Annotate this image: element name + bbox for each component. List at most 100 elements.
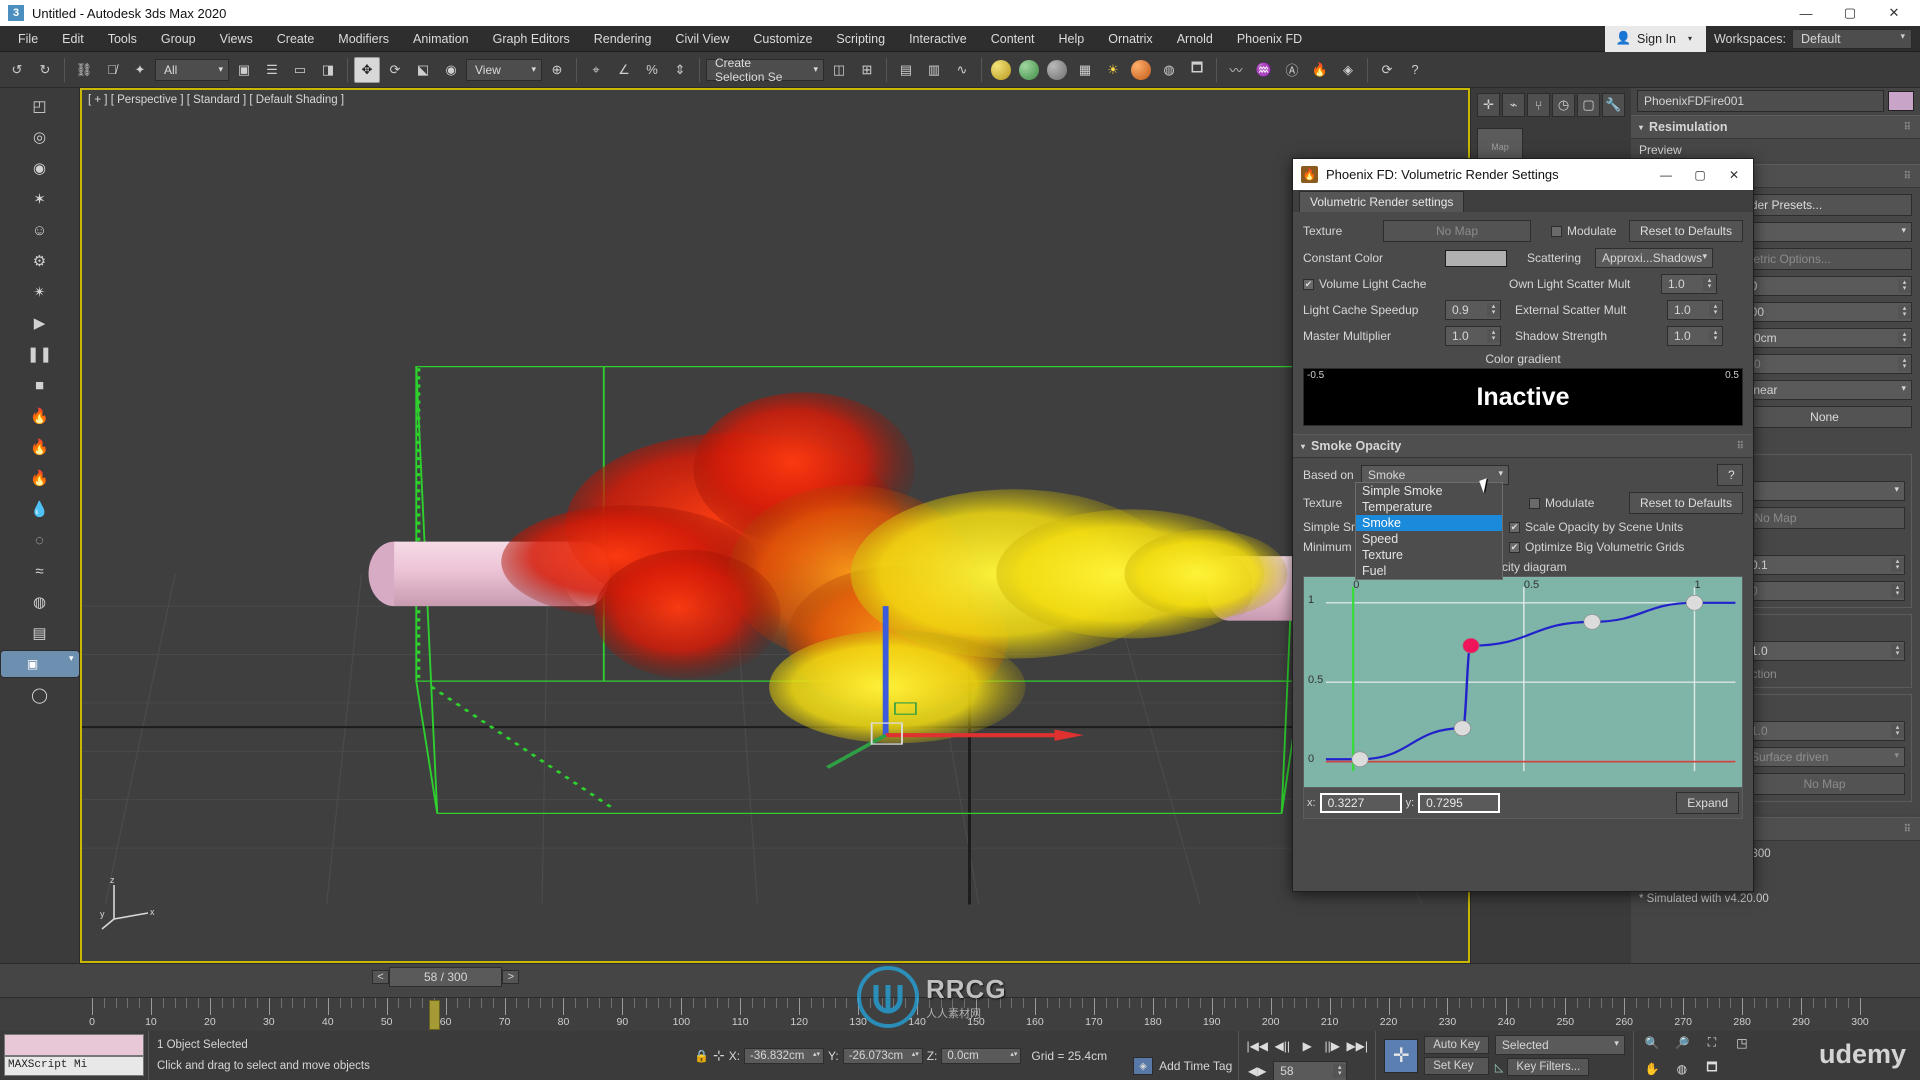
cutter-geom-button[interactable]: None — [1737, 406, 1912, 428]
stop-icon[interactable]: ■ — [26, 371, 54, 399]
dropdown-option-smoke[interactable]: Smoke — [1356, 515, 1502, 531]
master-multiplier-value[interactable]: 1.0 — [1446, 327, 1487, 345]
key-tangent-icon[interactable]: ◺ — [1495, 1061, 1503, 1074]
track-bar[interactable]: 0 10 20 30 40 50 60 70 80 90 100 110 120 130 140 150 160… — [0, 997, 1920, 1031]
bind-space-warp-icon[interactable]: ✦ — [127, 57, 153, 83]
lock-icon[interactable]: 🔒 — [694, 1049, 709, 1063]
maxscript-listener[interactable]: MAXScript Mi — [4, 1056, 144, 1076]
spinner-arrows-icon[interactable]: ▴▾ — [1010, 1049, 1017, 1058]
absolute-mode-icon[interactable]: ⊹ — [713, 1047, 725, 1064]
angle-snap-icon[interactable]: ∠ — [611, 57, 637, 83]
spinner-arrows-icon[interactable]: ▴▾ — [1487, 303, 1500, 317]
foam-icon[interactable]: ◌ — [26, 526, 54, 554]
select-region-icon[interactable]: ▭ — [287, 57, 313, 83]
based-on-dropdown-list[interactable]: Simple Smoke Temperature Smoke Speed Tex… — [1355, 482, 1503, 580]
dialog-maximize-button[interactable]: ▢ — [1683, 160, 1717, 190]
set-key-button[interactable]: Set Key — [1424, 1057, 1489, 1075]
snap-toggle-icon[interactable]: ⌖ — [583, 57, 609, 83]
menu-scripting[interactable]: Scripting — [824, 28, 897, 50]
resimulation-header[interactable]: ▾ Resimulation ⠿ — [1631, 115, 1920, 139]
maxscript-swatch[interactable] — [4, 1034, 144, 1056]
menu-file[interactable]: File — [6, 28, 50, 50]
object-color-swatch[interactable] — [1888, 91, 1914, 111]
menu-modifiers[interactable]: Modifiers — [326, 28, 401, 50]
redo-icon[interactable]: ↻ — [32, 57, 58, 83]
smoke-opacity-header[interactable]: ▾ Smoke Opacity ⠿ — [1293, 434, 1753, 458]
spinner-arrows-icon[interactable]: ▴▾ — [1891, 558, 1904, 572]
smiley-icon[interactable]: ☺ — [26, 216, 54, 244]
volumetric-render-settings-dialog[interactable]: 🔥 Phoenix FD: Volumetric Render Settings… — [1292, 158, 1754, 892]
own-light-scatter-value[interactable]: 1.0 — [1662, 275, 1703, 293]
zoom-extents-icon[interactable]: ⛶ — [1700, 1032, 1724, 1054]
hierarchy-tab-icon[interactable]: ⑂ — [1527, 93, 1550, 117]
spinner-snap-icon[interactable]: ⇕ — [667, 57, 693, 83]
fire-texture-button[interactable]: No Map — [1383, 220, 1531, 242]
orbit-icon[interactable]: ◍ — [1670, 1058, 1694, 1080]
key-filters-button[interactable]: Key Filters... — [1507, 1058, 1590, 1076]
zoom-all-icon[interactable]: 🔎 — [1670, 1032, 1694, 1054]
workspace-select[interactable]: Default — [1792, 28, 1912, 49]
place-icon[interactable]: ◉ — [438, 57, 464, 83]
menu-graph-editors[interactable]: Graph Editors — [481, 28, 582, 50]
select-and-move-icon[interactable]: ✥ — [354, 56, 380, 83]
multiplier-value[interactable]: 1.0 — [1745, 642, 1891, 660]
spinner-arrows-icon[interactable]: ▴▾ — [1487, 329, 1500, 343]
spinner-arrows-icon[interactable]: ▴▾ — [1703, 277, 1716, 291]
dropdown-option-temperature[interactable]: Temperature — [1356, 499, 1502, 515]
menu-create[interactable]: Create — [265, 28, 327, 50]
perspective-viewport[interactable]: [ + ] [ Perspective ] [ Standard ] [ Def… — [80, 88, 1470, 963]
curve-editor-icon[interactable]: ∿ — [949, 57, 975, 83]
y-coordinate-input[interactable]: -26.073cm ▴▾ — [842, 1047, 923, 1064]
spinner-arrows-icon[interactable]: ▴▾ — [1891, 644, 1904, 658]
menu-tools[interactable]: Tools — [96, 28, 149, 50]
create-sphere-icon[interactable]: ◎ — [26, 123, 54, 151]
utilities-tab-icon[interactable]: 🔧 — [1602, 93, 1625, 117]
fire-modulate-checkbox[interactable]: Modulate — [1551, 224, 1616, 238]
dropdown-option-speed[interactable]: Speed — [1356, 531, 1502, 547]
field-of-view-icon[interactable]: ◳ — [1730, 1032, 1754, 1054]
expand-button[interactable]: Expand — [1676, 792, 1739, 814]
percent-snap-icon[interactable]: % — [639, 57, 665, 83]
flame-b-icon[interactable]: 🔥 — [26, 433, 54, 461]
dialog-close-button[interactable]: ✕ — [1717, 160, 1751, 190]
color-gradient-widget[interactable]: -0.5 0.5 Inactive — [1303, 368, 1743, 426]
selected-tool-icon[interactable]: ▣ — [0, 650, 80, 678]
maximize-viewport-icon[interactable]: 🗖 — [1700, 1058, 1724, 1080]
selection-filter-select[interactable]: All — [155, 58, 229, 81]
maximize-button[interactable]: ▢ — [1828, 0, 1872, 26]
menu-group[interactable]: Group — [149, 28, 208, 50]
previous-frame-icon[interactable]: ◀|| — [1270, 1035, 1294, 1057]
ocean-icon[interactable]: ≈ — [26, 557, 54, 585]
menu-civil-view[interactable]: Civil View — [663, 28, 741, 50]
select-object-icon[interactable]: ▣ — [231, 57, 257, 83]
border-fade-value[interactable]: 0.0cm — [1738, 329, 1898, 347]
star-icon[interactable]: ✶ — [26, 185, 54, 213]
reference-coordinate-select[interactable]: View — [466, 58, 542, 81]
tab-volumetric-render-settings[interactable]: Volumetric Render settings — [1299, 191, 1465, 212]
minimize-button[interactable]: — — [1784, 0, 1828, 26]
hair-icon[interactable]: ♒ — [1251, 57, 1277, 83]
pan-icon[interactable]: ✋ — [1640, 1058, 1664, 1080]
render-setup-icon[interactable]: ▦ — [1072, 57, 1098, 83]
external-scatter-value[interactable]: 1.0 — [1668, 301, 1709, 319]
go-to-start-icon[interactable]: |◀◀ — [1245, 1035, 1269, 1057]
key-mode-toggle-icon[interactable]: ◀▶ — [1245, 1060, 1269, 1080]
unlink-icon[interactable]: ⛓̸ — [99, 57, 125, 83]
current-frame-input[interactable]: 58 — [1274, 1062, 1333, 1080]
x-coordinate-input[interactable]: -36.832cm ▴▾ — [744, 1047, 825, 1064]
auto-key-button[interactable]: Auto Key — [1424, 1036, 1489, 1054]
shadow-strength-value[interactable]: 1.0 — [1668, 327, 1709, 345]
fire-reset-to-defaults-button[interactable]: Reset to Defaults — [1628, 220, 1743, 242]
modify-tab-icon[interactable]: ⌁ — [1502, 93, 1525, 117]
displacement-map-button[interactable]: No Map — [1744, 773, 1905, 795]
sphere-tool-icon[interactable]: ◯ — [26, 681, 54, 709]
spiral-icon[interactable]: ◉ — [26, 154, 54, 182]
menu-help[interactable]: Help — [1047, 28, 1097, 50]
menu-animation[interactable]: Animation — [401, 28, 481, 50]
smoke-opacity-help-button[interactable]: ? — [1717, 464, 1743, 486]
liquid-icon[interactable]: 💧 — [26, 495, 54, 523]
step-percent-value[interactable]: 90 — [1738, 277, 1898, 295]
menu-views[interactable]: Views — [208, 28, 265, 50]
named-selection-set-input[interactable]: Create Selection Se — [706, 56, 824, 84]
render-iterative-icon[interactable]: ◍ — [1156, 57, 1182, 83]
